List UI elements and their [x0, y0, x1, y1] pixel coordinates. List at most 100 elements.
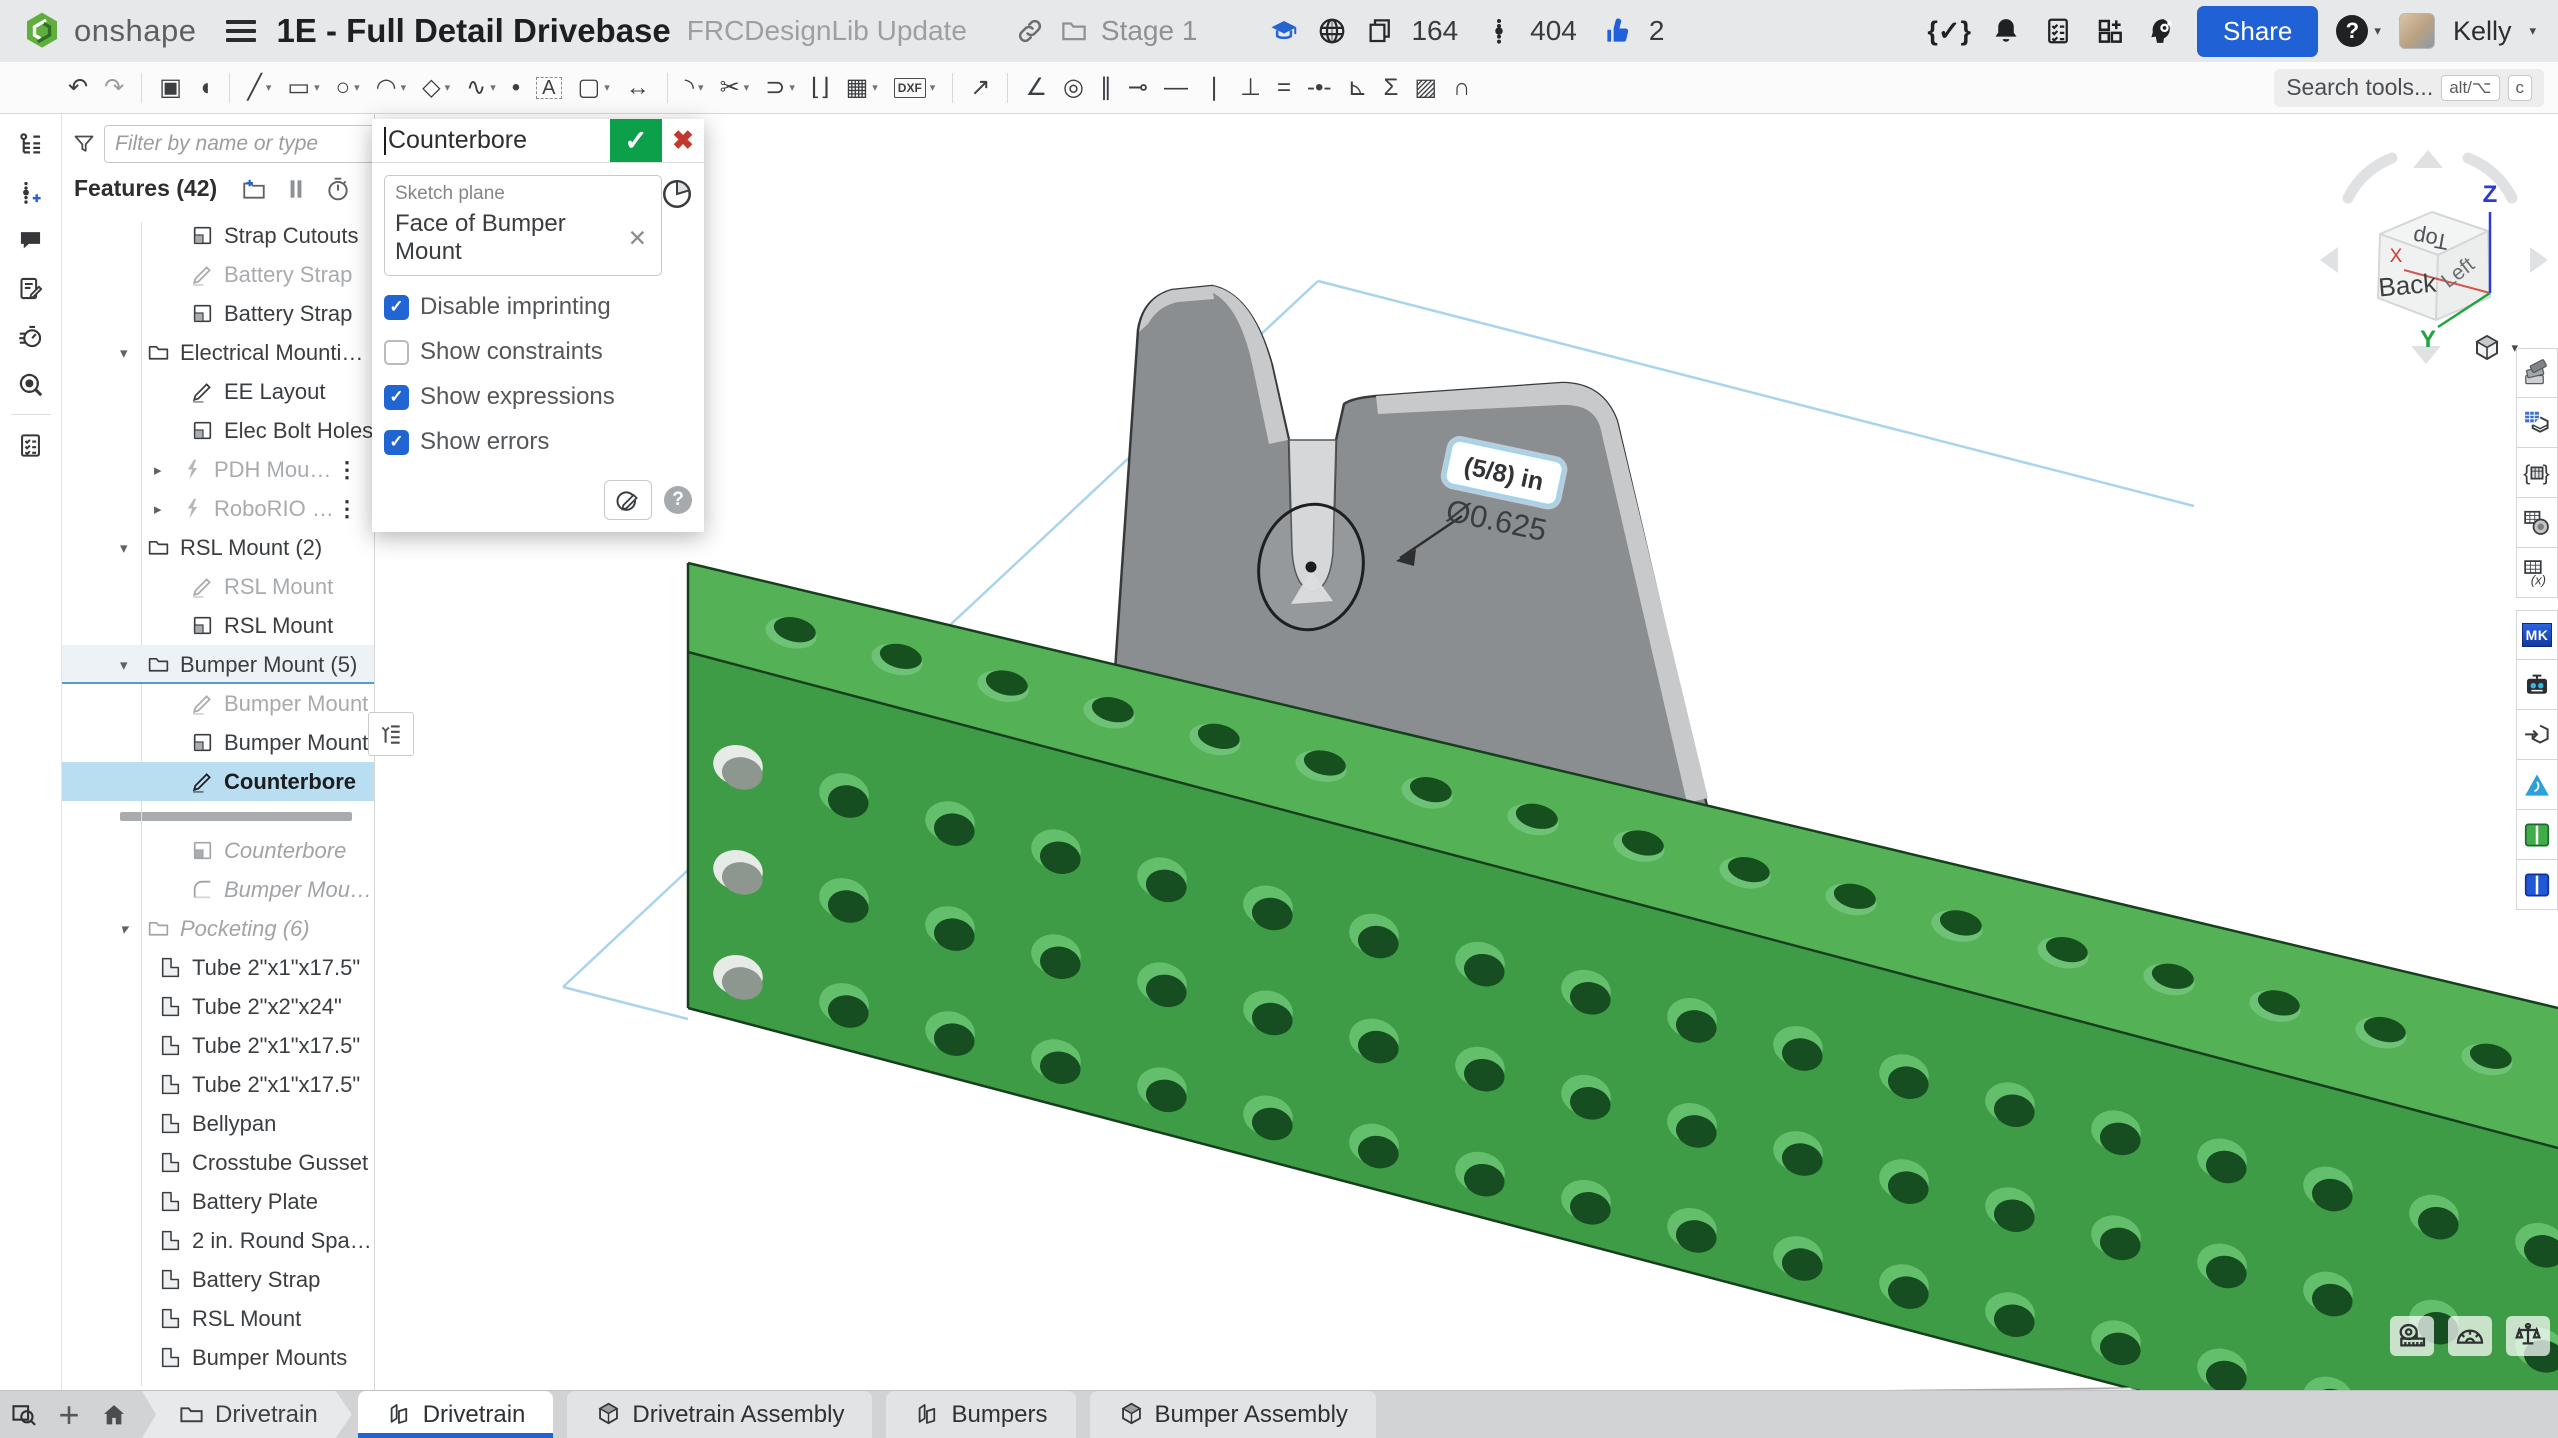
offset-icon[interactable]: ⊃▾ — [757, 68, 803, 108]
copies-icon[interactable] — [1363, 14, 1397, 48]
search-tools[interactable]: Search tools... alt/⌥ c — [2274, 69, 2544, 107]
insert-new-tab-button[interactable]: + — [48, 1391, 90, 1438]
clear-selection-icon[interactable]: ✕ — [624, 225, 651, 252]
confirm-button[interactable]: ✓ — [610, 119, 662, 162]
render-icon[interactable] — [2516, 498, 2558, 548]
configurations-icon[interactable]: {} — [2516, 448, 2558, 498]
help-menu[interactable]: ? ▾ — [2336, 15, 2381, 47]
rollback-bar[interactable] — [62, 801, 374, 831]
feature-row-bumper-mount[interactable]: Bumper Mount — [62, 684, 374, 723]
tab-bumpers[interactable]: Bumpers — [886, 1391, 1075, 1438]
feature-row-pdh-mounti[interactable]: ▸PDH Mounti...⋮ — [62, 450, 374, 489]
feature-row-electrical-mounting-4[interactable]: ▾Electrical Mounting (4) — [62, 333, 374, 372]
export-icon[interactable] — [2516, 710, 2558, 760]
constraint-parallel-icon[interactable]: ∥ — [1092, 68, 1120, 108]
chevron-down-icon[interactable]: ▾ — [266, 81, 272, 94]
sketch-revolve-icon[interactable]: ◖ — [190, 68, 221, 108]
feature-row-counterbore[interactable]: Counterbore — [62, 831, 374, 870]
public-icon[interactable] — [1315, 14, 1349, 48]
named-views-button[interactable]: ▾ — [2471, 332, 2518, 364]
feature-row-bumper-mount-fillet[interactable]: Bumper Mount Fillet — [62, 870, 374, 909]
versions-icon[interactable] — [8, 168, 54, 216]
use-project-icon[interactable]: ▢▾ — [570, 68, 618, 108]
feature-row-battery-strap[interactable]: Battery Strap — [62, 294, 374, 333]
checkbox-checked-icon[interactable]: ✓ — [384, 295, 409, 320]
tab-drivetrain-assembly[interactable]: Drivetrain Assembly — [567, 1391, 872, 1438]
training-icon[interactable] — [2516, 760, 2558, 810]
chevron-down-icon[interactable]: ▾ — [490, 81, 496, 94]
chevron-down-icon[interactable]: ▾ — [872, 81, 878, 94]
feature-script-icon[interactable]: {✓} — [1927, 16, 1971, 47]
insert-dxf-dwg-icon[interactable]: DXF▾ — [886, 68, 944, 108]
robot-icon[interactable] — [2516, 660, 2558, 710]
feature-row-bellypan[interactable]: Bellypan — [62, 1104, 374, 1143]
feature-name-input[interactable]: Counterbore — [372, 119, 610, 162]
checkbox-checked-icon[interactable]: ✓ — [384, 385, 409, 410]
docs-blue-icon[interactable] — [2516, 860, 2558, 910]
docs-green-icon[interactable] — [2516, 810, 2558, 860]
chevron-down-icon[interactable]: ▾ — [120, 344, 146, 362]
measure-icon[interactable]: ↗ — [962, 68, 998, 108]
constraint-midpoint-icon[interactable]: -•- — [1299, 68, 1339, 108]
constraint-vertical-icon[interactable]: ❘ — [1196, 68, 1232, 108]
feature-list-icon[interactable] — [8, 120, 54, 168]
feature-row-bumper-mount[interactable]: Bumper Mount — [62, 723, 374, 762]
onshape-logo[interactable] — [22, 11, 62, 51]
ai-advisor-icon[interactable] — [2145, 14, 2179, 48]
chevron-down-icon[interactable]: ▾ — [744, 81, 750, 94]
sketch-text-icon[interactable]: A — [528, 68, 569, 108]
three-point-arc-icon[interactable]: ◠▾ — [368, 68, 414, 108]
sketch-only-toggle-icon[interactable] — [660, 177, 694, 211]
search-gear-icon[interactable] — [8, 360, 54, 408]
tasks-icon[interactable] — [2041, 14, 2075, 48]
undo-icon[interactable]: ↶ — [60, 68, 96, 108]
filter-input[interactable] — [104, 125, 375, 163]
feature-row-rsl-mount[interactable]: RSL Mount — [62, 1299, 374, 1338]
feature-row-tube-2-x1-x17-5[interactable]: Tube 2"x1"x17.5" — [62, 948, 374, 987]
chevron-down-icon[interactable]: ▾ — [401, 81, 407, 94]
chevron-down-icon[interactable]: ▾ — [445, 81, 451, 94]
feature-row-rsl-mount-2[interactable]: ▾RSL Mount (2) — [62, 528, 374, 567]
search-tabs-icon[interactable] — [0, 1391, 48, 1438]
feature-row-battery-plate[interactable]: Battery Plate — [62, 1182, 374, 1221]
feature-row-strap-cutouts[interactable]: Strap Cutouts — [62, 216, 374, 255]
chevron-right-icon[interactable]: ▸ — [154, 461, 180, 479]
sketch-plane-field[interactable]: Sketch plane Face of Bumper Mount ✕ — [384, 175, 662, 276]
user-name[interactable]: Kelly — [2453, 16, 2512, 47]
cancel-button[interactable]: ✖ — [662, 119, 704, 162]
constraint-coincident-icon[interactable]: ∠ — [1017, 68, 1055, 108]
linear-pattern-icon[interactable]: ▦▾ — [838, 68, 886, 108]
feature-row-tube-2-x1-x17-5[interactable]: Tube 2"x1"x17.5" — [62, 1026, 374, 1065]
redo-icon[interactable]: ↷ — [96, 68, 132, 108]
checkbox-unchecked-icon[interactable] — [384, 340, 409, 365]
feature-row-bumper-mounts[interactable]: Bumper Mounts — [62, 1338, 374, 1377]
suspend-icon[interactable] — [283, 176, 309, 202]
feature-row-pocketing-6[interactable]: ▾Pocketing (6) — [62, 909, 374, 948]
checklist-icon[interactable] — [8, 421, 54, 469]
tab-drivetrain[interactable]: Drivetrain — [358, 1391, 554, 1438]
checkbox-checked-icon[interactable]: ✓ — [384, 430, 409, 455]
education-icon[interactable] — [1267, 14, 1301, 48]
option-show-errors[interactable]: ✓Show errors — [384, 428, 692, 456]
line-icon[interactable]: ╱▾ — [239, 68, 279, 108]
mass-properties-icon[interactable] — [2506, 1316, 2550, 1356]
dimension-icon[interactable]: ↔ — [618, 68, 658, 108]
feature-row-bumper-mount-5[interactable]: ▾Bumper Mount (5) — [62, 645, 374, 684]
notes-icon[interactable] — [8, 264, 54, 312]
help-icon[interactable]: ? — [2336, 15, 2368, 47]
chevron-down-icon[interactable]: ▾ — [120, 539, 146, 557]
variables-icon[interactable]: (x) — [2516, 548, 2558, 598]
spline-icon[interactable]: ∿▾ — [458, 68, 504, 108]
constraint-fix-icon[interactable]: ▨ — [1406, 68, 1445, 108]
constraint-horizontal-icon[interactable]: — — [1156, 68, 1196, 108]
corner-rectangle-icon[interactable]: ▭▾ — [279, 68, 327, 108]
workspace-name[interactable]: Stage 1 — [1101, 15, 1198, 47]
chevron-down-icon[interactable]: ▾ — [930, 81, 936, 94]
apps-icon[interactable] — [2093, 14, 2127, 48]
feature-row-elec-bolt-holes[interactable]: Elec Bolt Holes — [62, 411, 374, 450]
chevron-down-icon[interactable]: ▾ — [120, 920, 146, 938]
feature-row-tube-2-x1-x17-5[interactable]: Tube 2"x1"x17.5" — [62, 1065, 374, 1104]
chevron-right-icon[interactable]: ▸ — [154, 500, 180, 518]
notifications-icon[interactable] — [1989, 14, 2023, 48]
home-icon[interactable] — [90, 1391, 138, 1438]
